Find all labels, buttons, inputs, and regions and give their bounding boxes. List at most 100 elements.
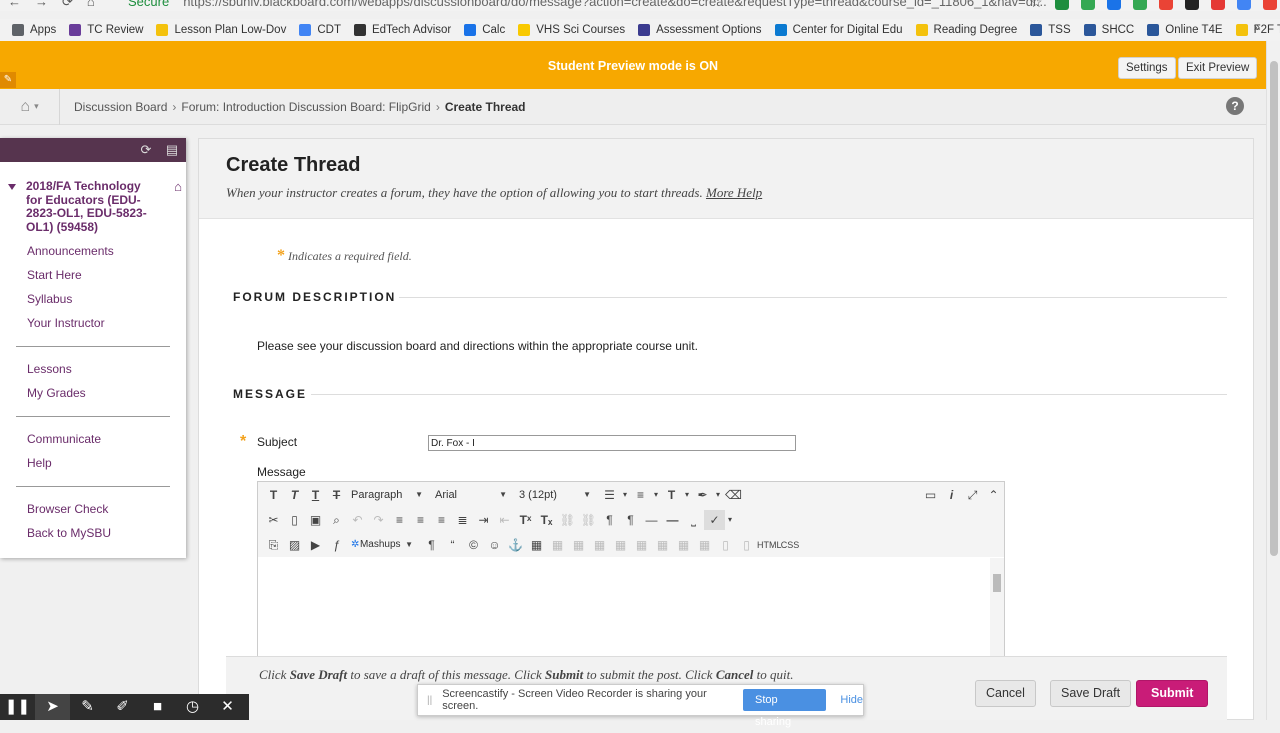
pause-icon[interactable]: ❚❚ (0, 694, 35, 720)
bookmark-item[interactable]: TSS (1030, 24, 1071, 36)
text-underline-icon[interactable]: T (305, 485, 326, 505)
fullscreen-icon[interactable]: ⤢ (962, 485, 983, 505)
find-icon[interactable]: ⌕ (326, 510, 347, 530)
cancel-button[interactable]: Cancel (975, 680, 1036, 707)
more-bookmarks-icon[interactable]: » (1254, 22, 1260, 34)
collapse-toolbar-icon[interactable]: ⌃ (983, 485, 1004, 505)
font-family-select[interactable]: Arial ▼ (431, 485, 511, 505)
table-tool-icon[interactable]: ▦ (673, 535, 694, 555)
folder-view-icon[interactable]: ▤ (160, 138, 184, 162)
home-icon[interactable]: ⌂ ▾ (0, 88, 60, 125)
ltr-icon[interactable]: ¶ (599, 510, 620, 530)
table-tool-icon[interactable]: ▦ (547, 535, 568, 555)
bookmark-item[interactable]: VHS Sci Courses (518, 24, 625, 36)
info-icon[interactable]: i (941, 485, 962, 505)
insert-media-icon[interactable]: ▶ (305, 535, 326, 555)
nonbreaking-space-icon[interactable]: ⎵ (683, 510, 704, 530)
align-justify-icon[interactable]: ≣ (452, 510, 473, 530)
align-center-icon[interactable]: ≡ (410, 510, 431, 530)
drag-handle-icon[interactable]: || (427, 695, 432, 706)
address-bar[interactable]: Secure https://sbuniv.blackboard.com/weba… (128, 0, 1047, 9)
bookmark-star-icon[interactable]: ☆ (1030, 0, 1043, 11)
scrollbar-thumb[interactable] (1270, 61, 1278, 556)
highlighter-icon[interactable]: ✐ (105, 694, 140, 720)
save-draft-button[interactable]: Save Draft (1050, 680, 1132, 707)
camera-icon[interactable]: ■ (140, 694, 175, 720)
submit-button[interactable]: Submit (1136, 680, 1209, 707)
chevron-down-icon[interactable]: ▾ (34, 101, 39, 112)
breadcrumb-item-discussion-board[interactable]: Discussion Board (74, 100, 167, 114)
blockquote-icon[interactable]: “ (442, 535, 463, 555)
rtl-icon[interactable]: ¶ (620, 510, 641, 530)
page-scrollbar[interactable] (1266, 41, 1280, 720)
bookmark-item[interactable]: Calc (464, 24, 505, 36)
subscript-icon[interactable]: Tₓ (536, 510, 557, 530)
table-tool-icon[interactable]: ▦ (568, 535, 589, 555)
breadcrumb-item-forum[interactable]: Forum: Introduction Discussion Board: Fl… (181, 100, 430, 114)
course-menu-item[interactable]: Back to MySBU (27, 526, 111, 540)
numbered-list-icon[interactable]: ≡ (630, 485, 651, 505)
font-size-select[interactable]: 3 (12pt) ▼ (515, 485, 595, 505)
bookmark-item[interactable]: SHCC (1083, 24, 1134, 36)
course-menu-item[interactable]: Communicate (27, 432, 101, 446)
undo-icon[interactable]: ↶ (347, 510, 368, 530)
chevron-down-icon[interactable]: ▾ (713, 485, 723, 505)
bookmark-item[interactable]: Online T4E (1147, 24, 1223, 36)
course-menu-item[interactable]: Lessons (27, 362, 72, 376)
indent-icon[interactable]: ⇥ (473, 510, 494, 530)
course-title[interactable]: 2018/FA Technology for Educators (EDU-28… (0, 162, 186, 234)
mashups-select[interactable]: ✲ Mashups ▼ (347, 535, 417, 555)
exit-preview-button[interactable]: Exit Preview (1178, 57, 1258, 79)
course-menu-item[interactable]: Your Instructor (27, 316, 105, 330)
editor-scrollbar[interactable] (990, 558, 1004, 660)
pin-icon[interactable]: ✎ (0, 72, 16, 88)
table-tool-icon[interactable]: ▯ (715, 535, 736, 555)
course-menu-item[interactable]: Announcements (27, 244, 114, 258)
stop-sharing-button[interactable]: Stop sharing (743, 689, 827, 728)
redo-icon[interactable]: ↷ (368, 510, 389, 530)
copy-icon[interactable]: ▯ (284, 510, 305, 530)
more-help-link[interactable]: More Help (706, 185, 762, 200)
course-menu-item[interactable]: Start Here (27, 268, 82, 282)
course-menu-item[interactable]: Syllabus (27, 292, 72, 306)
html-button[interactable]: HTML (757, 540, 782, 550)
course-home-icon[interactable]: ⌂ (174, 180, 182, 194)
align-left-icon[interactable]: ≡ (389, 510, 410, 530)
table-tool-icon[interactable]: ▦ (610, 535, 631, 555)
math-formula-icon[interactable]: ƒ (326, 535, 347, 555)
attach-file-icon[interactable]: ⎘ (263, 535, 284, 555)
extension-icon[interactable] (1081, 0, 1095, 10)
extension-icon[interactable] (1211, 0, 1225, 10)
highlight-pen-icon[interactable]: ✒ (692, 485, 713, 505)
css-button[interactable]: CSS (779, 540, 801, 550)
subject-input[interactable] (428, 435, 796, 451)
outdent-icon[interactable]: ⇤ (494, 510, 515, 530)
collapse-triangle-icon[interactable] (8, 184, 16, 190)
preview-settings-button[interactable]: Settings (1118, 57, 1176, 79)
emoticon-icon[interactable]: ☺ (484, 535, 505, 555)
course-menu-item[interactable]: Browser Check (27, 502, 108, 516)
table-tool-icon[interactable]: ▦ (631, 535, 652, 555)
text-strikethrough-icon[interactable]: T (326, 485, 347, 505)
align-right-icon[interactable]: ≡ (431, 510, 452, 530)
eraser-icon[interactable]: ⌫ (723, 485, 744, 505)
course-menu-item[interactable]: My Grades (27, 386, 86, 400)
bullet-list-icon[interactable]: ☰ (599, 485, 620, 505)
cut-icon[interactable]: ✂ (263, 510, 284, 530)
superscript-icon[interactable]: Tˣ (515, 510, 536, 530)
paragraph-select[interactable]: Paragraph ▼ (347, 485, 427, 505)
table-tool-icon[interactable]: ▯ (736, 535, 757, 555)
anchor-icon[interactable]: ⚓ (505, 535, 526, 555)
copyright-icon[interactable]: © (463, 535, 484, 555)
text-bold-icon[interactable]: T (263, 485, 284, 505)
bookmark-item[interactable]: CDT (299, 24, 341, 36)
table-tool-icon[interactable]: ▦ (589, 535, 610, 555)
bookmark-item[interactable]: EdTech Advisor (353, 24, 451, 36)
extension-icon[interactable] (1133, 0, 1147, 10)
chevron-down-icon[interactable]: ▾ (682, 485, 692, 505)
horizontal-rule-icon[interactable]: — (641, 510, 662, 530)
bookmark-item[interactable]: Lesson Plan Low-Dov (156, 24, 286, 36)
editor-scrollbar-thumb[interactable] (993, 574, 1001, 592)
timer-icon[interactable]: ◷ (175, 694, 210, 720)
cursor-icon[interactable]: ➤ (35, 694, 70, 720)
